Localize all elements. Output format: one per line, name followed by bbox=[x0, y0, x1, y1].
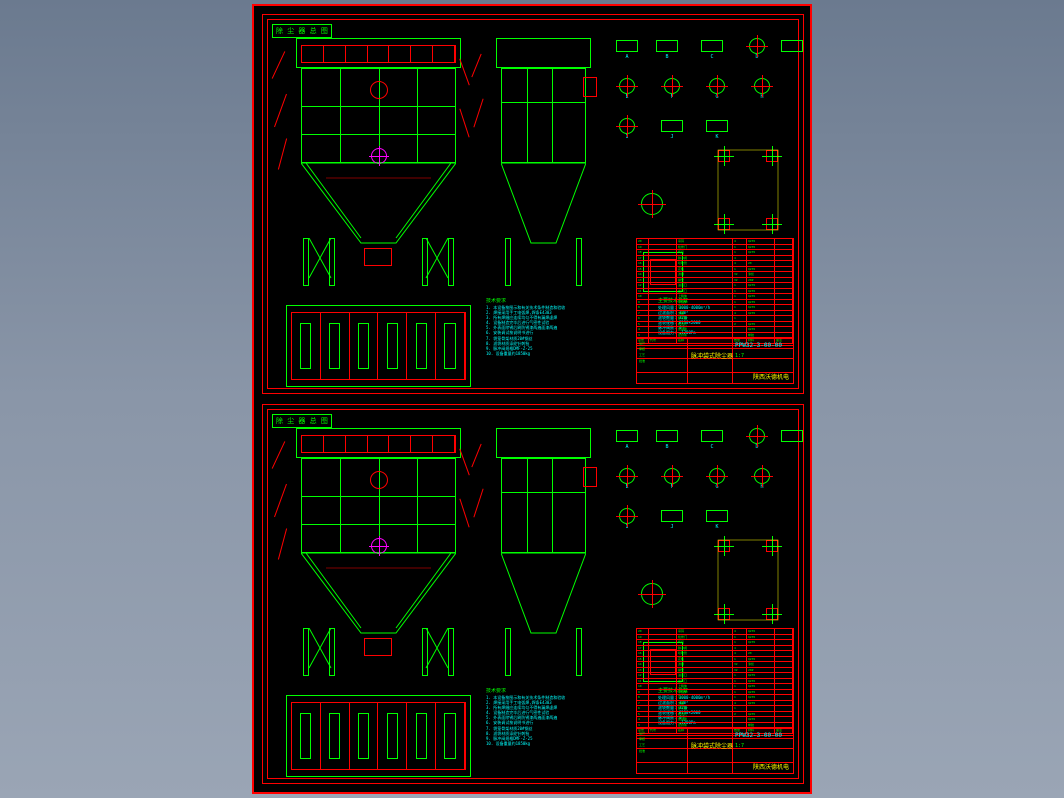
foundation-bolt-layout bbox=[718, 540, 778, 620]
title-block: 脉冲袋式除尘器 PPW32-3-00-00 1:7 陕西沃德机电 设计 审核 工… bbox=[636, 338, 794, 384]
parts-list-table: 20吊耳4Q235 19检修门1Q235 18气包1Q235 17脉冲阀4 16… bbox=[636, 238, 794, 346]
sheet-title-tag: 除 尘 器 总 图 bbox=[272, 414, 332, 428]
side-elevation-view bbox=[486, 38, 601, 288]
title-block: 脉冲袋式除尘器 PPW32-3-00-00 1:7 陕西沃德机电 设计 审核 工… bbox=[636, 728, 794, 774]
inlet-centerline-icon bbox=[371, 148, 387, 164]
front-elevation-view bbox=[286, 38, 471, 288]
plan-view bbox=[286, 695, 471, 777]
technical-requirements: 技术要求 1. 本设备按图示和有关技术条件制造和验收2. 焊接采用手工电弧焊,焊… bbox=[486, 688, 646, 780]
front-elevation-view bbox=[286, 428, 471, 678]
clean-air-plenum bbox=[296, 38, 461, 68]
drawing-sheet-1: 除 尘 器 总 图 bbox=[262, 14, 804, 394]
inspection-port-icon bbox=[370, 81, 388, 99]
parts-list-table: 20吊耳4Q235 19检修门1Q235 18气包1Q235 17脉冲阀4 16… bbox=[636, 628, 794, 736]
discharge-valve bbox=[364, 248, 392, 266]
side-body bbox=[501, 68, 586, 163]
foundation-bolt-layout bbox=[718, 150, 778, 230]
cad-viewport[interactable]: 除 尘 器 总 图 bbox=[252, 4, 812, 794]
side-elevation-view bbox=[486, 428, 601, 678]
sheet-title-tag: 除 尘 器 总 图 bbox=[272, 24, 332, 38]
sheet-border: 除 尘 器 总 图 bbox=[267, 19, 799, 389]
sheet-border: 除 尘 器 总 图 bbox=[267, 409, 799, 779]
technical-requirements: 技术要求 1. 本设备按图示和有关技术条件制造和验收2. 焊接采用手工电弧焊,焊… bbox=[486, 298, 646, 390]
plan-view bbox=[286, 305, 471, 387]
drawing-sheet-2: 除 尘 器 总 图 bbox=[262, 404, 804, 784]
